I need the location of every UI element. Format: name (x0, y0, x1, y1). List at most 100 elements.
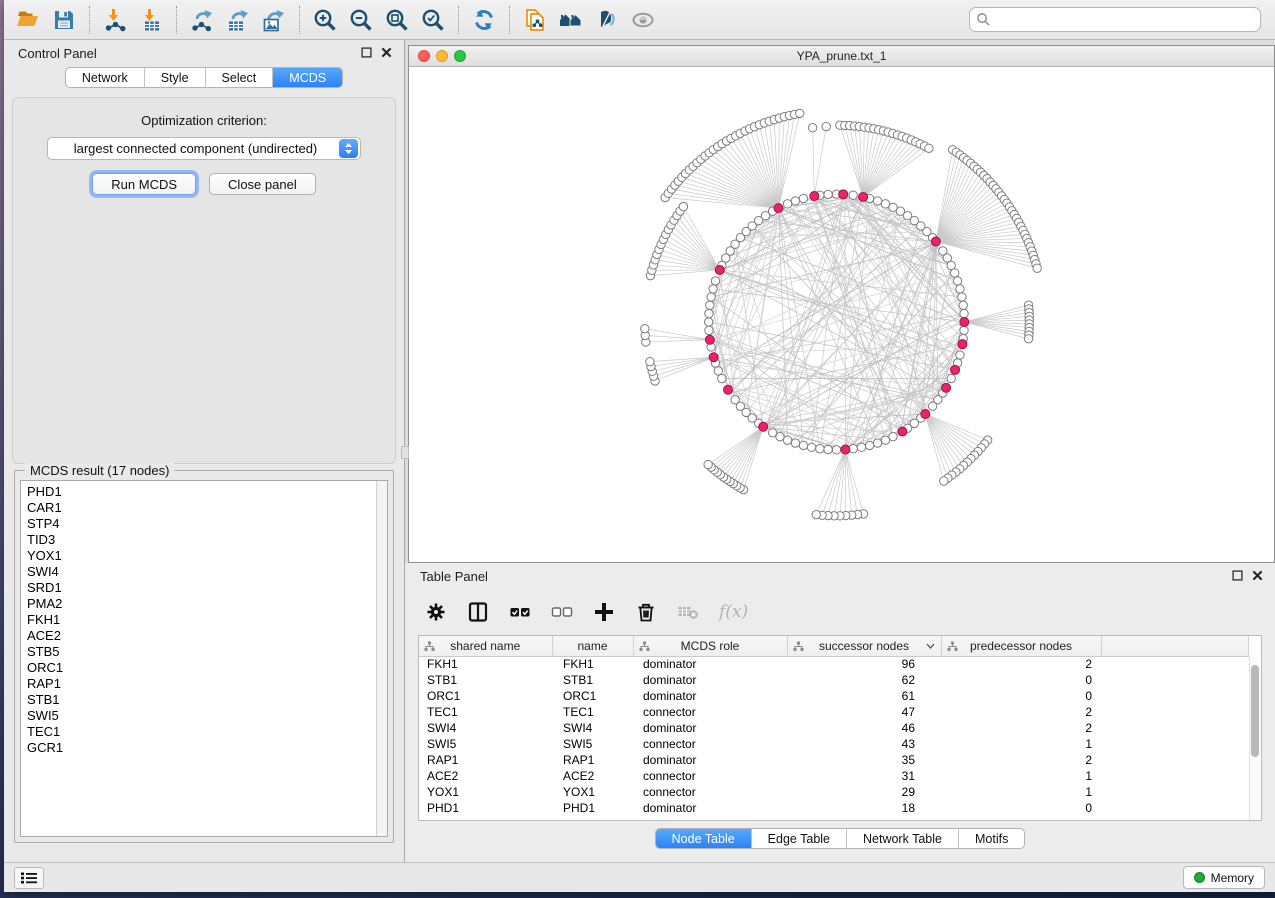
clone-network-button[interactable] (519, 4, 551, 36)
column-header-successor-nodes[interactable]: successor nodes (787, 636, 941, 656)
table-cell[interactable]: dominator (633, 720, 787, 736)
mcds-result-item[interactable]: STB5 (21, 644, 387, 660)
run-mcds-button[interactable]: Run MCDS (92, 173, 196, 195)
graph-node[interactable] (791, 197, 799, 205)
table-scrollbar-thumb[interactable] (1251, 665, 1259, 757)
graph-mcds-node[interactable] (951, 365, 960, 374)
graph-node[interactable] (849, 191, 857, 199)
table-cell[interactable]: SWI5 (419, 736, 552, 752)
table-cell[interactable]: ACE2 (419, 768, 552, 784)
zoom-in-button[interactable] (309, 4, 341, 36)
graph-node[interactable] (873, 439, 881, 447)
graph-mcds-node[interactable] (859, 192, 868, 201)
graph-node[interactable] (958, 293, 966, 301)
zoom-selected-button[interactable] (417, 4, 449, 36)
table-row[interactable]: RAP1RAP1dominator352 (419, 752, 1249, 768)
graph-mcds-node[interactable] (958, 340, 967, 349)
table-cell[interactable]: 1 (941, 768, 1101, 784)
graph-mcds-node[interactable] (898, 427, 907, 436)
graph-node[interactable] (1033, 264, 1041, 272)
tab-mcds[interactable]: MCDS (273, 68, 342, 87)
table-cell[interactable]: YOX1 (552, 784, 633, 800)
column-header-name[interactable]: name (552, 636, 633, 656)
graph-node[interactable] (832, 446, 840, 454)
export-image-button[interactable] (258, 4, 290, 36)
table-cell[interactable]: 29 (787, 784, 941, 800)
table-cell[interactable]: dominator (633, 688, 787, 704)
float-panel-icon[interactable] (361, 47, 372, 58)
table-cell[interactable]: STB1 (419, 672, 552, 688)
mcds-result-item[interactable]: GCR1 (21, 740, 387, 756)
graph-node[interactable] (705, 326, 713, 334)
graphics-details-button[interactable] (627, 4, 659, 36)
table-cell[interactable]: 2 (941, 720, 1101, 736)
graph-node[interactable] (641, 324, 649, 332)
graph-mcds-node[interactable] (715, 265, 724, 274)
graph-node[interactable] (824, 445, 832, 453)
table-cell[interactable]: TEC1 (552, 704, 633, 720)
graph-node[interactable] (704, 460, 712, 468)
mcds-result-item[interactable]: SWI5 (21, 708, 387, 724)
graph-node[interactable] (928, 402, 936, 410)
table-row[interactable]: ORC1ORC1dominator610 (419, 688, 1249, 704)
graph-node[interactable] (953, 277, 961, 285)
graph-mcds-node[interactable] (839, 190, 848, 199)
graph-node[interactable] (812, 510, 820, 518)
graph-node[interactable] (796, 109, 804, 117)
tab-network[interactable]: Network (66, 68, 145, 87)
delete-column-button[interactable] (635, 601, 657, 623)
mcds-result-item[interactable]: PMA2 (21, 596, 387, 612)
mcds-result-item[interactable]: SWI4 (21, 564, 387, 580)
table-row[interactable]: SWI4SWI4dominator462 (419, 720, 1249, 736)
graph-mcds-node[interactable] (931, 237, 940, 246)
export-network-button[interactable] (186, 4, 218, 36)
add-column-button[interactable] (593, 601, 615, 623)
graph-node[interactable] (783, 200, 791, 208)
graph-node[interactable] (704, 318, 712, 326)
mcds-result-item[interactable]: PHD1 (21, 484, 387, 500)
graph-node[interactable] (881, 436, 889, 444)
splitter-grip[interactable] (401, 446, 409, 459)
table-cell[interactable]: connector (633, 784, 787, 800)
zoom-fit-button[interactable] (381, 4, 413, 36)
table-cell[interactable]: 31 (787, 768, 941, 784)
table-cell[interactable]: connector (633, 736, 787, 752)
table-cell[interactable]: TEC1 (419, 704, 552, 720)
graph-mcds-node[interactable] (724, 385, 733, 394)
open-file-button[interactable] (12, 4, 44, 36)
tab-style[interactable]: Style (145, 68, 206, 87)
graph-node[interactable] (822, 122, 830, 130)
graph-node[interactable] (960, 326, 968, 334)
table-cell[interactable]: dominator (633, 672, 787, 688)
graph-node[interactable] (925, 144, 933, 152)
graph-mcds-node[interactable] (960, 317, 969, 326)
column-header-mcds-role[interactable]: MCDS role (633, 636, 787, 656)
table-cell[interactable]: PHD1 (419, 800, 552, 816)
maximize-window-icon[interactable] (454, 50, 466, 62)
graph-node[interactable] (706, 301, 714, 309)
table-cell[interactable]: SWI4 (552, 720, 633, 736)
close-panel-button[interactable]: Close panel (209, 173, 316, 195)
mcds-result-item[interactable]: FKH1 (21, 612, 387, 628)
table-cell[interactable]: 46 (787, 720, 941, 736)
mcds-result-item[interactable]: STP4 (21, 516, 387, 532)
network-canvas[interactable] (409, 67, 1274, 562)
tab-select[interactable]: Select (206, 68, 274, 87)
refresh-button[interactable] (468, 4, 500, 36)
import-table-button[interactable] (135, 4, 167, 36)
graph-node[interactable] (808, 124, 816, 132)
mcds-result-item[interactable]: RAP1 (21, 676, 387, 692)
search-input[interactable] (995, 10, 1254, 30)
graph-node[interactable] (799, 441, 807, 449)
mcds-result-item[interactable]: ACE2 (21, 628, 387, 644)
tab-motifs[interactable]: Motifs (959, 829, 1024, 848)
table-cell[interactable]: 2 (941, 656, 1101, 672)
table-cell[interactable]: dominator (633, 752, 787, 768)
table-cell[interactable]: YOX1 (419, 784, 552, 800)
table-cell[interactable]: 0 (941, 672, 1101, 688)
zoom-out-button[interactable] (345, 4, 377, 36)
graph-node[interactable] (768, 429, 776, 437)
table-cell[interactable]: 96 (787, 656, 941, 672)
table-cell[interactable]: 18 (787, 800, 941, 816)
table-row[interactable]: ACE2ACE2connector311 (419, 768, 1249, 784)
